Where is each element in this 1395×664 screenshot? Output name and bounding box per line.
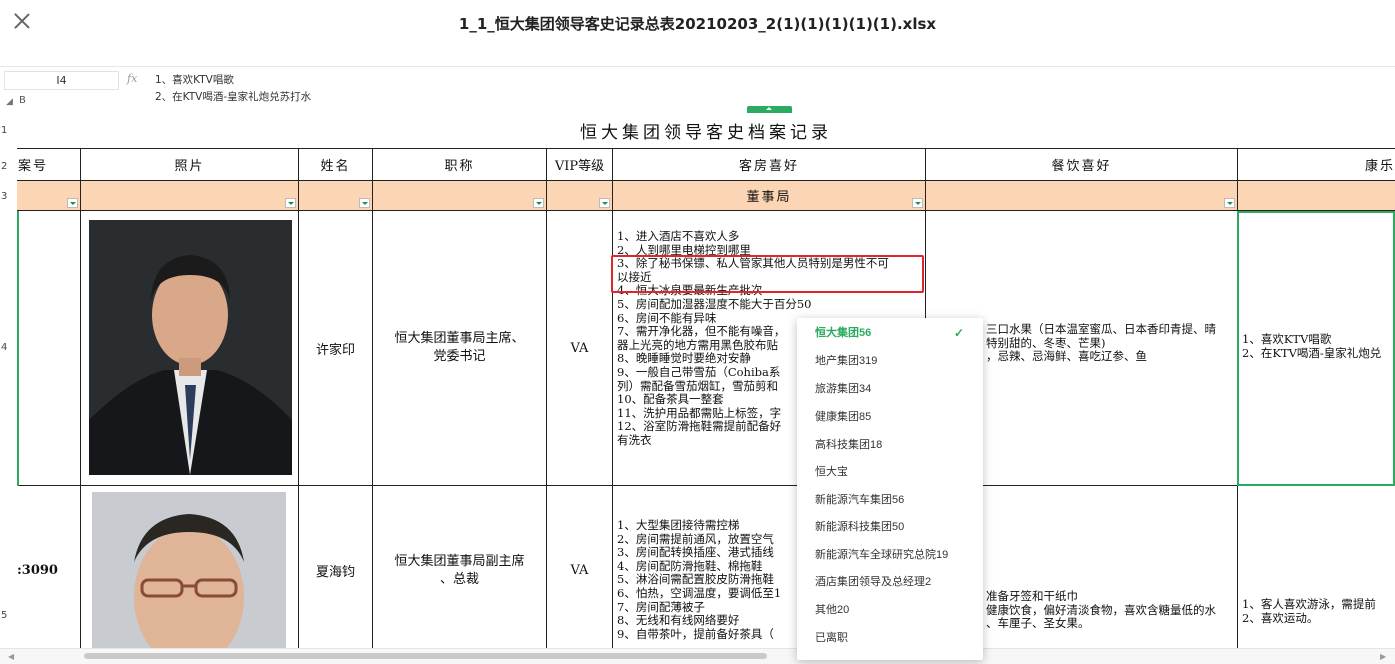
group-filter-popup[interactable]: 恒大集团56 ✓ 地产集团319 旅游集团34 健康集团85 高科技集团18 恒大… — [797, 318, 983, 660]
popup-item[interactable]: 新能源汽车全球研究总院19 — [797, 542, 983, 570]
header-title[interactable]: 职称 — [373, 149, 547, 181]
formula-content-line[interactable]: 2、在KTV喝酒-皇家礼炮兑苏打水 — [155, 89, 311, 104]
row-header[interactable]: 2 — [0, 161, 17, 172]
popup-item[interactable]: 新能源汽车集团56 — [797, 487, 983, 515]
dept-cell[interactable] — [1238, 181, 1395, 211]
title-cell[interactable]: 恒大集团董事局主席、 党委书记 — [373, 211, 547, 486]
portrait-photo — [89, 220, 292, 475]
scroll-right-icon[interactable]: ▶ — [1380, 652, 1386, 661]
popup-item[interactable]: 旅游集团34 — [797, 376, 983, 404]
filter-dropdown-icon[interactable] — [67, 198, 78, 208]
fx-icon: fx — [127, 72, 138, 85]
dept-cell[interactable] — [926, 181, 1238, 211]
row-header[interactable]: 1 — [0, 125, 17, 136]
popup-item[interactable]: 酒店集团领导及总经理2 — [797, 569, 983, 597]
header-name[interactable]: 姓名 — [299, 149, 373, 181]
filter-dropdown-icon[interactable] — [533, 198, 544, 208]
dept-cell[interactable] — [547, 181, 613, 211]
row-header[interactable]: 5 — [0, 610, 17, 621]
scrollbar-thumb[interactable] — [84, 653, 767, 659]
check-icon: ✓ — [953, 326, 964, 340]
formula-content-line[interactable]: 1、喜欢KTV唱歌 — [155, 72, 234, 87]
leisure-cell[interactable]: 1、喜欢KTV唱歌 2、在KTV喝酒-皇家礼炮兑 — [1238, 211, 1395, 486]
dept-label[interactable]: 董事局 — [613, 181, 926, 211]
popup-item[interactable]: 已离职 — [797, 625, 983, 653]
horizontal-scrollbar[interactable]: ◀ ▶ — [0, 648, 1395, 664]
dept-cell[interactable] — [299, 181, 373, 211]
dept-name: 董事局 — [746, 190, 792, 205]
filter-dropdown-icon[interactable] — [1224, 198, 1235, 208]
popup-item[interactable]: 高科技集团18 — [797, 432, 983, 460]
popup-item[interactable]: 健康集团85 — [797, 404, 983, 432]
document-title: 1_1_恒大集团领导客史记录总表20210203_2(1)(1)(1)(1)(1… — [458, 15, 937, 33]
vip-cell[interactable]: VA — [547, 486, 613, 648]
filter-dropdown-icon[interactable] — [912, 198, 923, 208]
portrait-photo — [92, 492, 286, 648]
scroll-left-icon[interactable]: ◀ — [8, 652, 14, 661]
header-case-no[interactable]: 案号 — [17, 149, 81, 181]
filter-dropdown-icon[interactable] — [359, 198, 370, 208]
leisure-cell[interactable]: 1、客人喜欢游泳，需提前 2、喜欢运动。 — [1238, 486, 1395, 648]
photo-cell[interactable] — [81, 211, 299, 486]
name-cell[interactable]: 许家印 — [299, 211, 373, 486]
header-food[interactable]: 餐饮喜好 — [926, 149, 1238, 181]
popup-item[interactable]: 恒大集团56 ✓ — [797, 320, 983, 348]
formula-bar: I4 fx 1、喜欢KTV唱歌 2、在KTV喝酒-皇家礼炮兑苏打水 ◢ B — [0, 66, 1395, 107]
filter-dropdown-icon[interactable] — [285, 198, 296, 208]
popup-item-label: 恒大集团56 — [815, 327, 872, 339]
sheet-title[interactable]: 恒大集团领导客史档案记录 — [17, 112, 1395, 149]
vip-cell[interactable]: VA — [547, 211, 613, 486]
row-header[interactable]: 3 — [0, 191, 17, 202]
title-bar: 1_1_恒大集团领导客史记录总表20210203_2(1)(1)(1)(1)(1… — [0, 0, 1395, 50]
dept-cell[interactable] — [373, 181, 547, 211]
column-header-b[interactable]: B — [19, 95, 26, 106]
title-cell[interactable]: 恒大集团董事局副主席 、总裁 — [373, 486, 547, 648]
row-header[interactable]: 4 — [0, 342, 17, 353]
case-no-cell[interactable]: :3090 — [17, 486, 81, 648]
popup-item[interactable]: 其他20 — [797, 597, 983, 625]
photo-cell[interactable] — [81, 486, 299, 648]
case-no-cell[interactable] — [17, 211, 81, 486]
dept-cell[interactable] — [81, 181, 299, 211]
filter-dropdown-icon[interactable] — [599, 198, 610, 208]
header-leisure[interactable]: 康乐 — [1238, 149, 1395, 181]
popup-item[interactable]: 地产集团319 — [797, 348, 983, 376]
popup-item[interactable]: 新能源科技集团50 — [797, 514, 983, 542]
header-vip[interactable]: VIP等级 — [547, 149, 613, 181]
highlight-box — [611, 255, 924, 293]
header-room[interactable]: 客房喜好 — [613, 149, 926, 181]
spreadsheet-grid[interactable]: 1 2 3 4 5 恒大集团领导客史档案记录 案号 照片 姓名 职称 VIP等级… — [0, 106, 1395, 648]
popup-item[interactable]: 恒大宝 — [797, 459, 983, 487]
name-cell[interactable]: 夏海钧 — [299, 486, 373, 648]
cell-reference-box[interactable]: I4 — [4, 71, 119, 90]
dept-cell[interactable] — [17, 181, 81, 211]
header-photo[interactable]: 照片 — [81, 149, 299, 181]
